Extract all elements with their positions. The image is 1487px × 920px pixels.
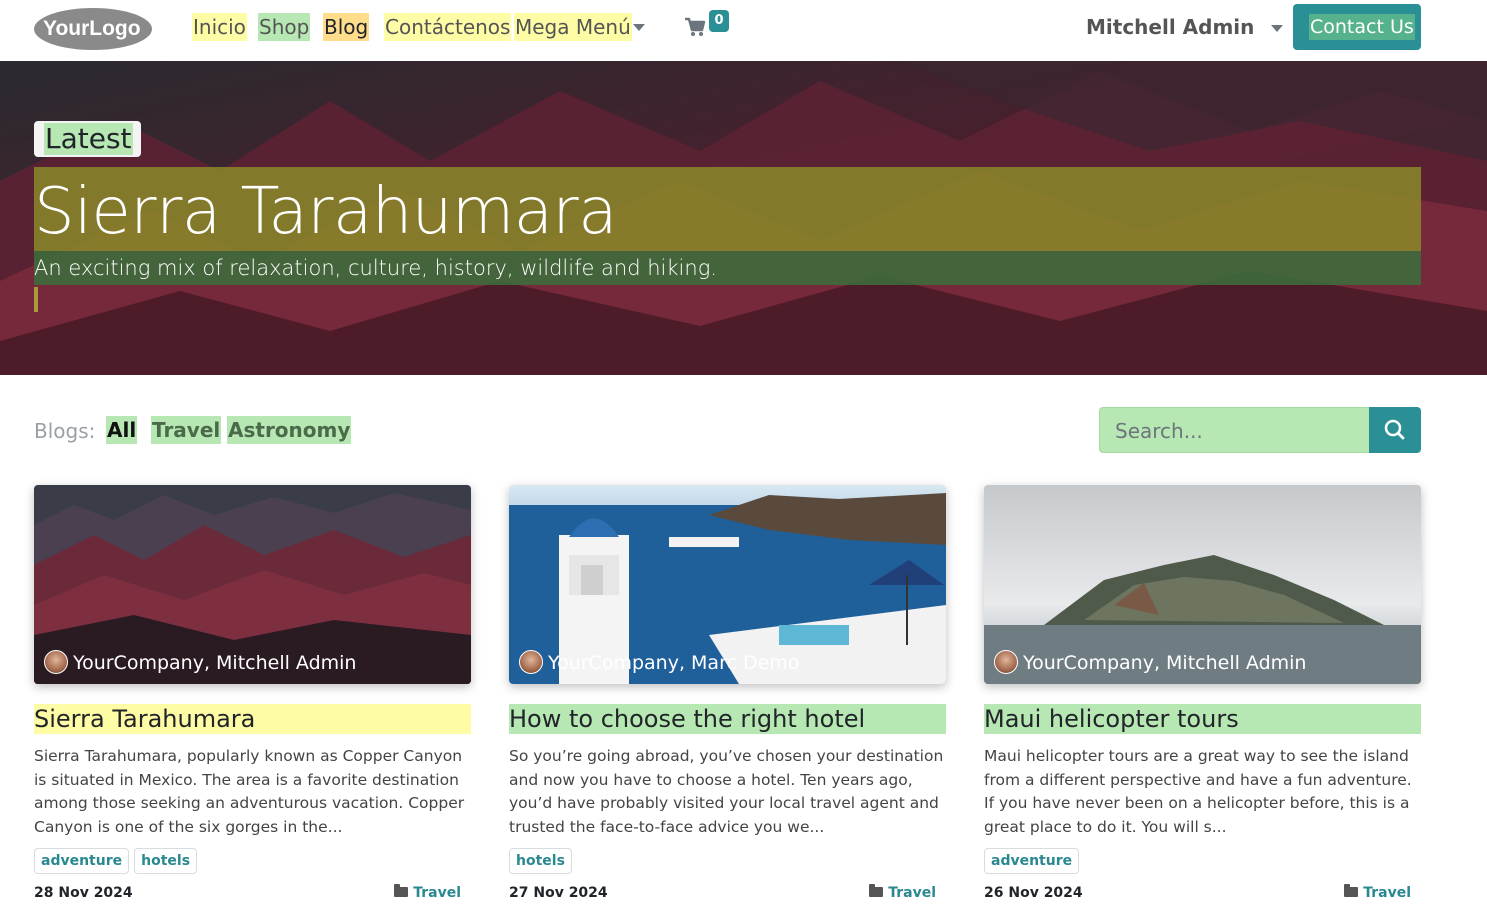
tag-adventure[interactable]: adventure (984, 848, 1080, 874)
latest-badge-label: Latest (44, 122, 133, 155)
search-button[interactable] (1369, 407, 1421, 453)
folder-icon (1344, 884, 1359, 897)
post-title[interactable]: Sierra Tarahumara (34, 704, 471, 734)
post-author: YourCompany, Mitchell Admin (44, 649, 357, 676)
post-date: 27 Nov 2024 (509, 885, 608, 901)
post-author-name: YourCompany, Marc Demo (548, 652, 800, 674)
user-caret-icon (1271, 25, 1284, 32)
cart-icon[interactable] (684, 16, 706, 38)
folder-icon (869, 884, 884, 897)
hero-subtitle: An exciting mix of relaxation, culture, … (34, 256, 717, 280)
post-category-label: Travel (1363, 885, 1411, 901)
folder-icon (394, 884, 409, 897)
nav-shop[interactable]: Shop (258, 13, 311, 41)
post-title[interactable]: How to choose the right hotel (509, 704, 946, 734)
post-card[interactable]: YourCompany, Mitchell Admin Sierra Tarah… (34, 485, 471, 901)
tag-adventure[interactable]: adventure (34, 848, 130, 874)
user-menu[interactable]: Mitchell Admin (1086, 13, 1284, 41)
svg-text:YourLogo: YourLogo (43, 17, 141, 40)
post-cover-image[interactable]: YourCompany, Marc Demo (509, 485, 946, 684)
post-cover-image[interactable]: YourCompany, Mitchell Admin (34, 485, 471, 684)
filter-all[interactable]: All (106, 416, 138, 444)
hero-title: Sierra Tarahumara (34, 175, 617, 249)
post-category[interactable]: Travel (869, 884, 936, 902)
filter-travel[interactable]: Travel (151, 416, 222, 444)
contact-us-label: Contact Us (1309, 14, 1415, 40)
post-card[interactable]: YourCompany, Marc Demo How to choose the… (509, 485, 946, 901)
logo-icon: YourLogo (34, 8, 152, 50)
post-card[interactable]: YourCompany, Mitchell Admin Maui helicop… (984, 485, 1421, 901)
nav-mega-menu[interactable]: Mega Menú (514, 13, 632, 41)
latest-badge: Latest (34, 121, 141, 157)
author-avatar (519, 649, 543, 674)
search-input[interactable]: Search... (1099, 407, 1370, 453)
post-tags: adventure (984, 848, 1084, 874)
post-excerpt: Sierra Tarahumara, popularly known as Co… (34, 747, 465, 836)
post-author: YourCompany, Marc Demo (519, 649, 800, 676)
post-date: 26 Nov 2024 (984, 885, 1083, 901)
contact-us-button[interactable]: Contact Us (1293, 4, 1421, 50)
post-cover-image[interactable]: YourCompany, Mitchell Admin (984, 485, 1421, 684)
post-category-label: Travel (888, 885, 936, 901)
blogs-filter-label: Blogs: (34, 419, 96, 443)
tag-hotels[interactable]: hotels (134, 848, 198, 874)
hero-banner[interactable]: Latest Sierra Tarahumara An exciting mix… (0, 61, 1487, 375)
post-title[interactable]: Maui helicopter tours (984, 704, 1421, 734)
post-category-label: Travel (413, 885, 461, 901)
tag-hotels[interactable]: hotels (509, 848, 572, 874)
post-category[interactable]: Travel (394, 884, 461, 902)
post-category[interactable]: Travel (1344, 884, 1411, 902)
post-author: YourCompany, Mitchell Admin (994, 649, 1307, 676)
post-excerpt: Maui helicopter tours are a great way to… (984, 747, 1412, 836)
author-avatar (994, 649, 1018, 674)
nav-blog[interactable]: Blog (323, 13, 370, 41)
post-author-name: YourCompany, Mitchell Admin (1023, 652, 1307, 674)
post-date: 28 Nov 2024 (34, 885, 133, 901)
nav-contactenos[interactable]: Contáctenos (384, 13, 512, 41)
hero-cursor-bar (34, 287, 38, 312)
post-tags: hotels (509, 848, 577, 874)
post-excerpt: So you’re going abroad, you’ve chosen yo… (509, 747, 944, 836)
nav-inicio[interactable]: Inicio (192, 13, 247, 41)
site-logo[interactable]: YourLogo (33, 7, 153, 51)
site-header: YourLogo Inicio Shop Blog Contáctenos Me… (0, 0, 1487, 61)
post-author-name: YourCompany, Mitchell Admin (73, 652, 357, 674)
filter-astronomy[interactable]: Astronomy (227, 416, 352, 444)
post-tags: adventure hotels (34, 848, 202, 874)
user-name: Mitchell Admin (1086, 15, 1255, 39)
mega-menu-caret-icon[interactable] (633, 24, 645, 31)
search-icon (1384, 419, 1405, 440)
cart-count-badge: 0 (709, 10, 729, 32)
author-avatar (44, 649, 68, 674)
